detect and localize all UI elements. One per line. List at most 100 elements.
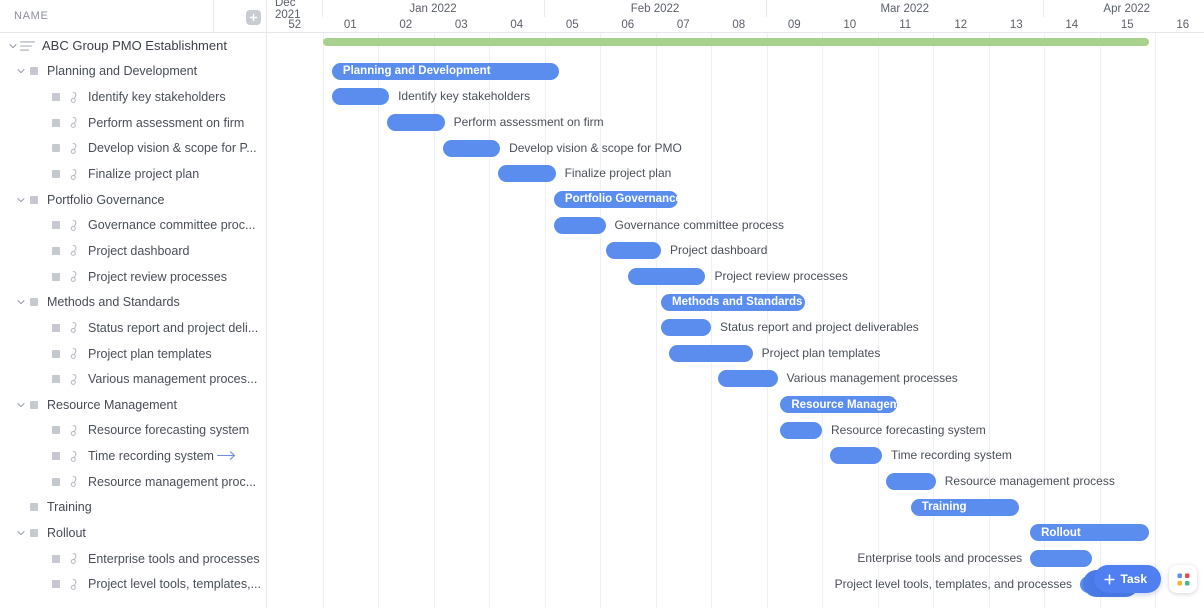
gantt-task-bar[interactable]: [605, 242, 662, 260]
gantt-task-bar[interactable]: [1030, 550, 1093, 567]
column-header-name: NAME: [14, 10, 49, 22]
gantt-task-bar[interactable]: [830, 447, 882, 465]
square-icon: [30, 67, 38, 76]
task-row[interactable]: Rollout: [0, 520, 266, 546]
task-row[interactable]: Finalize project plan: [0, 161, 266, 187]
task-row[interactable]: Various management proces...: [0, 366, 266, 392]
week-label: 16: [1176, 19, 1190, 31]
task-icon: [69, 321, 82, 334]
gantt-row: Resource management process: [267, 469, 1204, 495]
gantt-task-bar[interactable]: [498, 165, 556, 183]
gantt-bar-external-label: Resource forecasting system: [831, 422, 986, 437]
gantt-task-bar[interactable]: Portfolio Governance: [553, 190, 678, 208]
week-label: 01: [343, 19, 357, 31]
expand-caret-icon[interactable]: [14, 398, 27, 411]
gantt-bar-label: Rollout: [1041, 526, 1081, 539]
task-row[interactable]: Portfolio Governance: [0, 187, 266, 213]
task-icon: [69, 142, 82, 155]
gantt-row: [267, 33, 1204, 59]
gantt-task-bar[interactable]: Planning and Development: [331, 62, 559, 80]
task-row-label: Resource management proc...: [88, 474, 257, 489]
week-scale: 52 01 02 03 04 05 06 07 08 09 10 11 12 13 14 15 16: [267, 17, 1204, 33]
gantt-row: Identify key stakeholders: [267, 84, 1204, 110]
task-row[interactable]: Develop vision & scope for P...: [0, 136, 266, 162]
gantt-bar-label: Planning and Development: [342, 65, 491, 78]
task-row[interactable]: Time recording system: [0, 443, 266, 469]
expand-caret-icon[interactable]: [14, 65, 27, 78]
task-row-label: Perform assessment on firm: [88, 115, 245, 130]
expand-caret-icon[interactable]: [14, 193, 27, 206]
task-row[interactable]: Project level tools, templates,...: [0, 571, 266, 597]
gantt-task-bar[interactable]: Resource Management: [780, 396, 897, 414]
week-label: 09: [787, 19, 801, 31]
go-to-task-arrow-icon[interactable]: [216, 450, 237, 462]
task-row[interactable]: Resource forecasting system: [0, 418, 266, 444]
gantt-task-bar[interactable]: [780, 421, 822, 439]
task-row[interactable]: Project review processes: [0, 264, 266, 290]
week-label: 12: [954, 19, 968, 31]
month-scale: Dec 2021 Jan 2022 Feb 2022 Mar 2022 Apr 2022: [267, 0, 1204, 21]
gantt-task-bar[interactable]: [669, 344, 753, 362]
task-icon: [69, 168, 82, 181]
task-row[interactable]: Project plan templates: [0, 341, 266, 367]
expand-caret-icon[interactable]: [14, 296, 27, 309]
task-icon: [69, 475, 82, 488]
timeline-panel[interactable]: Dec 2021 Jan 2022 Feb 2022 Mar 2022 Apr 2022…: [267, 0, 1204, 608]
gantt-bar-external-label: Time recording system: [890, 448, 1012, 463]
task-row[interactable]: Methods and Standards: [0, 289, 266, 315]
expand-caret-icon[interactable]: [6, 39, 19, 52]
add-task-fab-stack: Task: [1082, 565, 1161, 597]
task-row[interactable]: Enterprise tools and processes: [0, 546, 266, 572]
gantt-chart-area[interactable]: Planning and Development Identify key sta…: [267, 33, 1204, 608]
gantt-bar-external-label: Project dashboard: [670, 243, 768, 258]
gantt-task-bar[interactable]: [661, 319, 711, 337]
task-row[interactable]: Resource management proc...: [0, 469, 266, 495]
task-row-label: Identify key stakeholders: [88, 90, 226, 105]
task-row-label: Training: [47, 500, 92, 515]
add-task-button[interactable]: Task: [1093, 565, 1161, 593]
square-icon: [52, 375, 60, 384]
task-row[interactable]: Project dashboard: [0, 238, 266, 264]
task-row[interactable]: Training: [0, 495, 266, 521]
square-icon: [52, 221, 60, 230]
gantt-task-bar[interactable]: [387, 113, 445, 131]
gantt-row: Resource Management: [267, 392, 1204, 418]
task-row[interactable]: Governance committee proc...: [0, 212, 266, 238]
task-row-label: Project level tools, templates,...: [88, 577, 261, 592]
gantt-task-bar[interactable]: [718, 370, 778, 388]
gantt-task-bar[interactable]: Rollout: [1030, 524, 1150, 542]
gantt-project-bar[interactable]: [322, 38, 1150, 46]
gantt-task-bar[interactable]: Training: [910, 498, 1020, 516]
gantt-bar-external-label: Project level tools, templates, and proc…: [834, 576, 1073, 591]
gantt-row: Enterprise tools and processes: [267, 546, 1204, 572]
task-row[interactable]: Identify key stakeholders: [0, 84, 266, 110]
gantt-task-bar[interactable]: [331, 88, 390, 106]
task-row-label: Portfolio Governance: [47, 192, 165, 207]
add-column-button[interactable]: [246, 10, 261, 25]
gantt-task-bar[interactable]: [627, 267, 706, 285]
gantt-bar-external-label: Project review processes: [714, 268, 848, 283]
square-icon: [52, 580, 60, 589]
task-row-label: Planning and Development: [47, 64, 198, 79]
task-row[interactable]: ABC Group PMO Establishment: [0, 33, 266, 59]
month-label: Apr 2022: [1044, 0, 1204, 17]
task-row[interactable]: Planning and Development: [0, 59, 266, 85]
expand-caret-icon[interactable]: [14, 526, 27, 539]
task-row[interactable]: Resource Management: [0, 392, 266, 418]
gantt-task-bar[interactable]: [442, 139, 501, 157]
task-row-label: Finalize project plan: [88, 167, 200, 182]
task-row[interactable]: Perform assessment on firm: [0, 110, 266, 136]
gantt-row: Planning and Development: [267, 59, 1204, 85]
task-row-label: Project plan templates: [88, 346, 212, 361]
gantt-task-bar[interactable]: [553, 216, 606, 234]
task-row[interactable]: Status report and project deli...: [0, 315, 266, 341]
gantt-bar-external-label: Governance committee process: [614, 217, 784, 232]
gantt-task-bar[interactable]: [885, 473, 936, 491]
task-row-label: Various management proces...: [88, 372, 258, 387]
task-icon: [69, 219, 82, 232]
apps-grid-button[interactable]: [1169, 565, 1197, 593]
gantt-row: Project level tools, templates, and proc…: [267, 572, 1204, 598]
gantt-bar-external-label: Finalize project plan: [564, 166, 672, 181]
gantt-task-bar[interactable]: Methods and Standards: [661, 293, 806, 311]
task-row-label: Governance committee proc...: [88, 218, 256, 233]
